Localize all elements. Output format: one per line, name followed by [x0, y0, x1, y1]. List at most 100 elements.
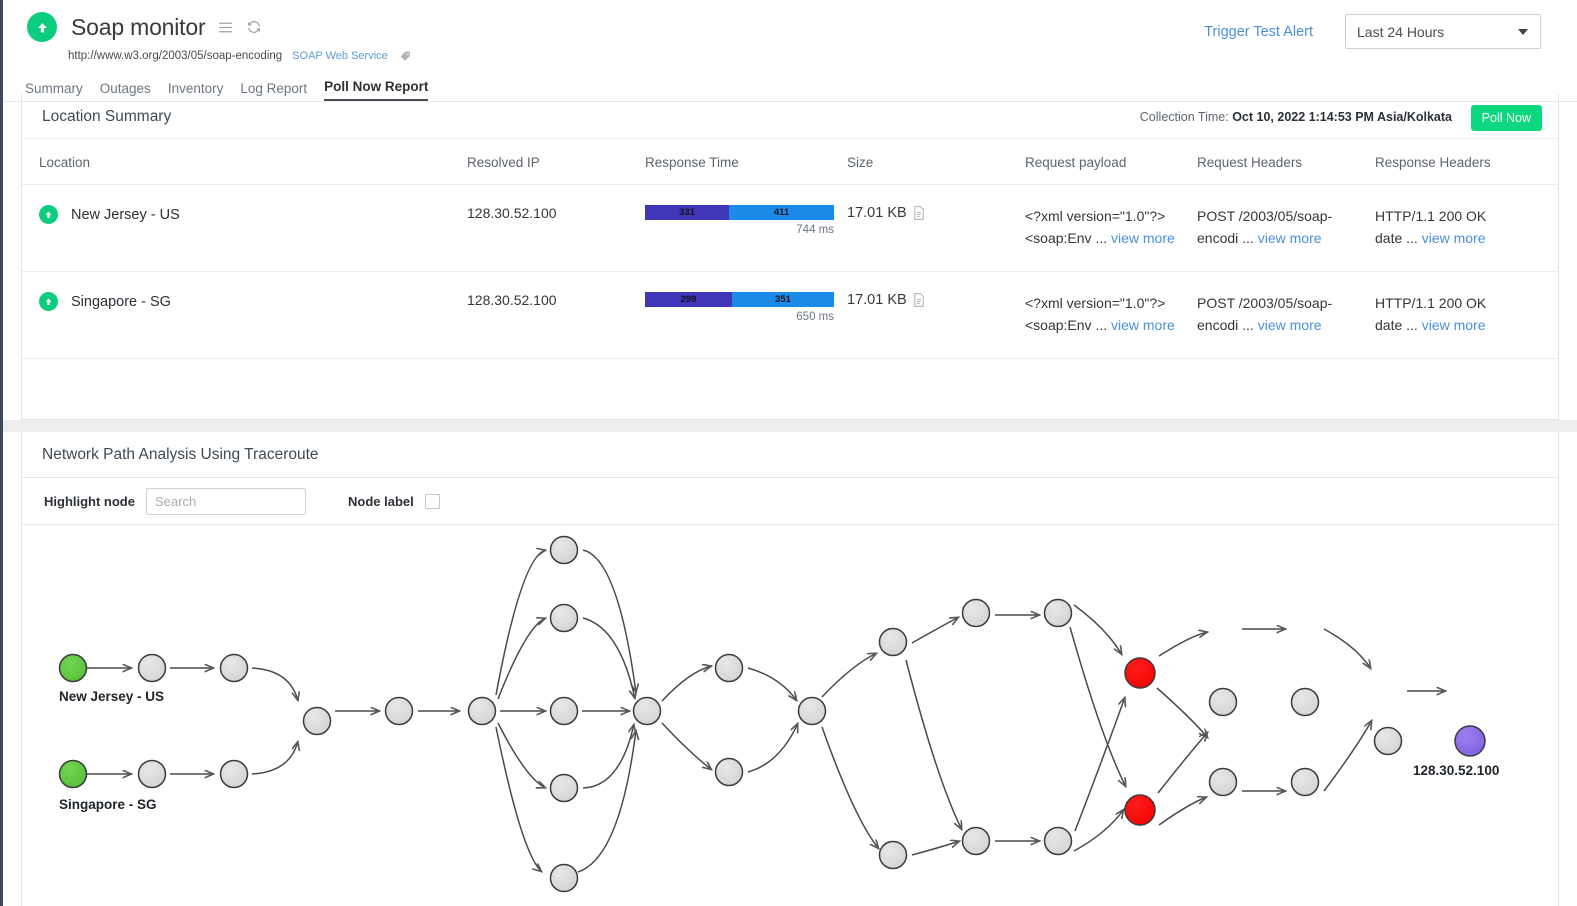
time-range-value: Last 24 Hours [1357, 24, 1444, 40]
view-more-link[interactable]: view more [1422, 317, 1486, 333]
graph-nodes [60, 537, 1486, 892]
graph-label-singapore: Singapore - SG [59, 797, 157, 812]
graph-node-source-new-jersey[interactable] [60, 655, 87, 682]
location-summary-title: Location Summary [42, 108, 171, 126]
graph-node-hop[interactable] [551, 698, 578, 725]
document-icon[interactable] [913, 293, 925, 307]
graph-node-hop[interactable] [716, 655, 743, 682]
size-value: 17.01 KB [847, 205, 907, 221]
row-status-up-arrow-icon [39, 292, 58, 311]
graph-node-hop[interactable] [716, 759, 743, 786]
cell-response-time: 331 411 744 ms [645, 185, 847, 272]
graph-node-hop[interactable] [221, 655, 248, 682]
graph-node-source-singapore[interactable] [60, 761, 87, 788]
graph-node-hop[interactable] [799, 698, 826, 725]
graph-node-hop[interactable] [551, 537, 578, 564]
graph-node-hop[interactable] [551, 865, 578, 892]
payload-line-1: <?xml version="1.0"?> [1025, 292, 1197, 314]
graph-edges [86, 550, 1446, 872]
response-headers-line-2: date ... [1375, 230, 1418, 246]
graph-node-hop[interactable] [880, 629, 907, 656]
cell-location: Singapore - SG [22, 272, 467, 359]
graph-node-hop[interactable] [551, 605, 578, 632]
view-more-link[interactable]: view more [1111, 317, 1175, 333]
cell-response-headers: HTTP/1.1 200 OK date ... view more [1375, 272, 1558, 359]
cell-request-headers: POST /2003/05/soap- encodi ... view more [1197, 272, 1375, 359]
node-label-checkbox[interactable] [425, 494, 440, 509]
table-footer-space [22, 359, 1558, 419]
time-range-select[interactable]: Last 24 Hours [1345, 14, 1541, 49]
graph-label-destination: 128.30.52.100 [1413, 763, 1499, 778]
graph-node-hop[interactable] [221, 761, 248, 788]
graph-node-hop[interactable] [880, 842, 907, 869]
column-header-resolved-ip: Resolved IP [467, 139, 645, 185]
graph-node-destination[interactable] [1455, 726, 1485, 756]
response-time-bar: 331 411 [645, 205, 834, 220]
column-header-request-payload: Request payload [1025, 139, 1197, 185]
service-type-link[interactable]: SOAP Web Service [292, 50, 388, 62]
page-title: Soap monitor [71, 14, 205, 41]
view-more-link[interactable]: view more [1111, 230, 1175, 246]
location-summary-table: Location Resolved IP Response Time Size … [22, 139, 1558, 359]
network-path-title: Network Path Analysis Using Traceroute [22, 432, 1558, 477]
cell-resolved-ip: 128.30.52.100 [467, 272, 645, 359]
graph-node-hop[interactable] [139, 655, 166, 682]
view-more-link[interactable]: view more [1422, 230, 1486, 246]
graph-node-hop[interactable] [1375, 728, 1402, 755]
collection-time-value: Oct 10, 2022 1:14:53 PM Asia/Kolkata [1232, 110, 1452, 124]
graph-node-hop[interactable] [469, 698, 496, 725]
column-header-request-headers: Request Headers [1197, 139, 1375, 185]
poll-now-report-page: Soap monitor http://www.w3.org/2003/05/s… [0, 0, 1577, 906]
row-status-up-arrow-icon [39, 205, 58, 224]
graph-node-hop[interactable] [963, 828, 990, 855]
graph-node-problem[interactable] [1125, 795, 1155, 825]
response-headers-line-2: date ... [1375, 317, 1418, 333]
view-more-link[interactable]: view more [1258, 230, 1322, 246]
graph-node-hop[interactable] [551, 775, 578, 802]
graph-node-hop[interactable] [139, 761, 166, 788]
graph-node-hop[interactable] [963, 600, 990, 627]
cell-request-payload: <?xml version="1.0"?> <soap:Env ... view… [1025, 272, 1197, 359]
graph-node-hop[interactable] [1210, 689, 1237, 716]
graph-node-hop[interactable] [386, 698, 413, 725]
size-value: 17.01 KB [847, 292, 907, 308]
location-name: Singapore - SG [71, 294, 171, 310]
view-more-link[interactable]: view more [1258, 317, 1322, 333]
table-header-row: Location Resolved IP Response Time Size … [22, 139, 1558, 185]
request-headers-line-2: encodi ... [1197, 317, 1254, 333]
graph-node-hop[interactable] [1292, 689, 1319, 716]
response-time-total: 650 ms [645, 311, 834, 323]
response-time-segment-1: 331 [645, 205, 729, 220]
graph-node-hop[interactable] [634, 698, 661, 725]
graph-node-hop[interactable] [1292, 769, 1319, 796]
refresh-icon[interactable] [246, 19, 262, 35]
traceroute-svg: New Jersey - US Singapore - SG 128.30.52… [22, 525, 1558, 906]
graph-node-hop[interactable] [1045, 828, 1072, 855]
cell-request-payload: <?xml version="1.0"?> <soap:Env ... view… [1025, 185, 1197, 272]
traceroute-graph[interactable]: New Jersey - US Singapore - SG 128.30.52… [22, 525, 1558, 906]
poll-now-button[interactable]: Poll Now [1471, 105, 1542, 131]
node-label-label: Node label [348, 494, 414, 509]
tag-icon[interactable] [399, 50, 412, 63]
column-header-response-headers: Response Headers [1375, 139, 1558, 185]
header-actions: Trigger Test Alert Last 24 Hours [1204, 14, 1541, 49]
cell-response-time: 299 351 650 ms [645, 272, 847, 359]
column-header-location: Location [22, 139, 467, 185]
request-headers-line-1: POST /2003/05/soap- [1197, 205, 1375, 227]
graph-node-problem[interactable] [1125, 658, 1155, 688]
graph-node-hop[interactable] [304, 708, 331, 735]
network-path-controls: Highlight node Node label [22, 477, 1558, 525]
hamburger-icon[interactable] [217, 19, 234, 36]
network-path-card: Network Path Analysis Using Traceroute H… [21, 432, 1559, 906]
cell-response-headers: HTTP/1.1 200 OK date ... view more [1375, 185, 1558, 272]
collection-time-label: Collection Time: [1140, 110, 1229, 124]
trigger-test-alert-link[interactable]: Trigger Test Alert [1204, 24, 1313, 40]
request-headers-line-1: POST /2003/05/soap- [1197, 292, 1375, 314]
search-input[interactable] [146, 488, 306, 515]
request-headers-line-2: encodi ... [1197, 230, 1254, 246]
payload-line-1: <?xml version="1.0"?> [1025, 205, 1197, 227]
location-summary-header: Location Summary Collection Time: Oct 10… [22, 94, 1558, 139]
document-icon[interactable] [913, 206, 925, 220]
graph-node-hop[interactable] [1045, 600, 1072, 627]
graph-node-hop[interactable] [1210, 769, 1237, 796]
